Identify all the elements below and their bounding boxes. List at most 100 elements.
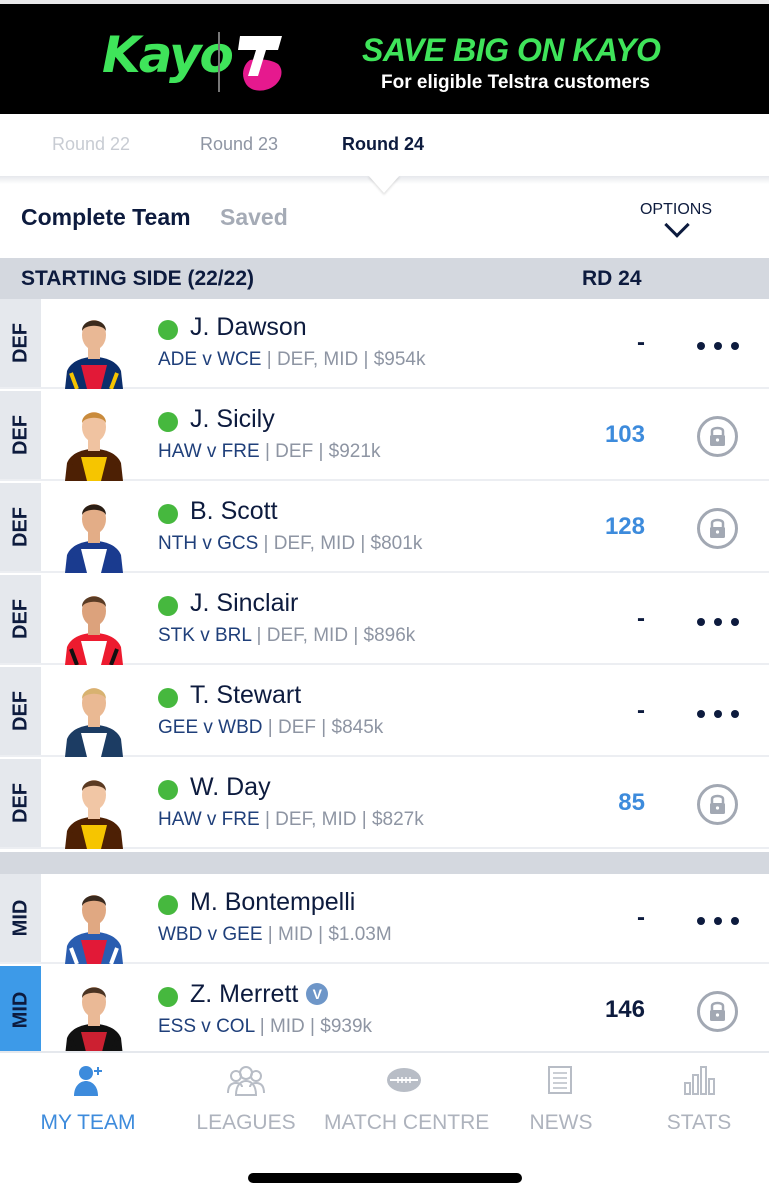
player-name[interactable]: T. Stewart (190, 681, 301, 710)
nav-my-team[interactable]: MY TEAM (8, 1053, 168, 1153)
status-dot-icon (158, 895, 178, 915)
telstra-logo (238, 36, 282, 91)
section-round-label: RD 24 (582, 267, 642, 290)
team-title: Complete Team (21, 204, 191, 230)
player-score: - (637, 605, 645, 632)
player-avatar (63, 307, 125, 389)
football-icon (387, 1068, 421, 1092)
player-name[interactable]: M. Bontempelli (190, 888, 355, 917)
position-label: DEF (0, 575, 41, 663)
player-name[interactable]: J. Sinclair (190, 589, 298, 618)
player-meta: | DEF | $921k (259, 441, 381, 462)
lock-icon[interactable] (697, 416, 738, 457)
nav-label: STATS (666, 1111, 732, 1134)
lock-icon[interactable] (697, 784, 738, 825)
nav-label: NEWS (529, 1111, 593, 1134)
player-avatar (63, 399, 125, 481)
status-dot-icon (158, 596, 178, 616)
selected-tab-pointer (368, 175, 400, 193)
player-meta: | DEF, MID | $801k (258, 533, 423, 554)
player-info: ESS v COL | MID | $939k (158, 1016, 372, 1038)
vice-captain-badge: V (306, 983, 329, 1005)
player-info: ADE v WCE | DEF, MID | $954k (158, 349, 426, 371)
player-row[interactable]: DEF J. Sicily HAW v FRE | DEF | $921k 103 (0, 391, 769, 481)
player-fixture: NTH v GCS (158, 533, 259, 554)
player-name[interactable]: W. Day (190, 773, 271, 802)
player-info: GEE v WBD | DEF | $845k (158, 717, 383, 739)
player-info: NTH v GCS | DEF, MID | $801k (158, 533, 422, 555)
nav-stats[interactable]: STATS (619, 1053, 769, 1153)
player-avatar (63, 675, 125, 757)
player-row[interactable]: DEF J. Sinclair STK v BRL | DEF, MID | $89… (0, 575, 769, 665)
more-options-icon[interactable] (697, 917, 739, 925)
nav-label: LEAGUES (196, 1111, 296, 1134)
status-dot-icon (158, 412, 178, 432)
player-meta: | MID | $939k (254, 1016, 373, 1037)
nav-news[interactable]: NEWS (481, 1053, 641, 1153)
position-label: MID (0, 966, 41, 1054)
section-header: STARTING SIDE (22/22) RD 24 (0, 258, 769, 299)
player-info: STK v BRL | DEF, MID | $896k (158, 625, 415, 647)
status-dot-icon (158, 987, 178, 1007)
tab-round-24[interactable]: Round 24 (342, 134, 424, 155)
player-meta: | MID | $1.03M (262, 924, 392, 945)
line-divider (0, 852, 769, 874)
player-meta: | DEF, MID | $896k (251, 625, 416, 646)
player-name[interactable]: J. Sicily (190, 405, 275, 434)
position-label: DEF (0, 759, 41, 847)
tab-round-22[interactable]: Round 22 (52, 134, 130, 155)
player-meta: | DEF, MID | $827k (259, 809, 424, 830)
more-options-icon[interactable] (697, 342, 739, 350)
round-tabs: Round 22 Round 23 Round 24 (0, 114, 769, 176)
kayo-ad-banner[interactable]: Kayo SAVE BIG ON KAYO For eligible Telst… (0, 0, 769, 114)
news-icon (548, 1066, 572, 1094)
player-score: 85 (618, 789, 645, 816)
nav-label: MATCH CENTRE (324, 1111, 490, 1134)
player-meta: | DEF, MID | $954k (261, 349, 426, 370)
player-meta: | DEF | $845k (262, 717, 384, 738)
player-avatar (63, 491, 125, 573)
group-icon (227, 1066, 265, 1096)
position-label: DEF (0, 667, 41, 755)
player-score: - (637, 697, 645, 724)
player-name[interactable]: Z. Merrett V (190, 980, 329, 1009)
player-score: - (637, 904, 645, 931)
player-name[interactable]: J. Dawson (190, 313, 307, 342)
player-row[interactable]: DEF J. Dawson ADE v WCE | DEF, MID | $954k… (0, 299, 769, 389)
player-row[interactable]: DEF B. Scott NTH v GCS | DEF, MID | $801k 1… (0, 483, 769, 573)
player-fixture: ESS v COL (158, 1016, 255, 1037)
player-avatar (63, 974, 125, 1056)
stats-icon (684, 1066, 715, 1095)
home-indicator (248, 1173, 522, 1183)
status-dot-icon (158, 504, 178, 524)
more-options-icon[interactable] (697, 710, 739, 718)
nav-match-centre[interactable]: MATCH CENTRE (324, 1053, 490, 1153)
player-avatar (63, 583, 125, 665)
tab-round-23[interactable]: Round 23 (200, 134, 278, 155)
lock-icon[interactable] (697, 991, 738, 1032)
player-fixture: GEE v WBD (158, 717, 263, 738)
position-label: MID (0, 874, 41, 962)
player-row[interactable]: MID M. Bontempelli WBD v GEE | MID | $1.03… (0, 874, 769, 964)
player-row[interactable]: DEF T. Stewart GEE v WBD | DEF | $845k - (0, 667, 769, 757)
position-label: DEF (0, 483, 41, 571)
nav-label: MY TEAM (40, 1111, 136, 1134)
player-fixture: HAW v FRE (158, 441, 260, 462)
more-options-icon[interactable] (697, 618, 739, 626)
player-row[interactable]: MID Z. Merrett V ESS v COL | MID | $939k 146 (0, 966, 769, 1056)
nav-leagues[interactable]: LEAGUES (166, 1053, 326, 1153)
player-info: WBD v GEE | MID | $1.03M (158, 924, 392, 946)
player-avatar (63, 767, 125, 849)
section-title: STARTING SIDE (22/22) (21, 267, 254, 290)
team-header: Complete Team Saved OPTIONS (0, 196, 769, 258)
player-fixture: STK v BRL (158, 625, 252, 646)
status-dot-icon (158, 320, 178, 340)
player-row[interactable]: DEF W. Day HAW v FRE | DEF, MID | $827k 85 (0, 759, 769, 849)
user-icon (74, 1066, 102, 1096)
status-dot-icon (158, 780, 178, 800)
banner-subline: For eligible Telstra customers (381, 72, 650, 93)
player-fixture: WBD v GEE (158, 924, 263, 945)
player-info: HAW v FRE | DEF | $921k (158, 441, 380, 463)
lock-icon[interactable] (697, 508, 738, 549)
player-name[interactable]: B. Scott (190, 497, 278, 526)
